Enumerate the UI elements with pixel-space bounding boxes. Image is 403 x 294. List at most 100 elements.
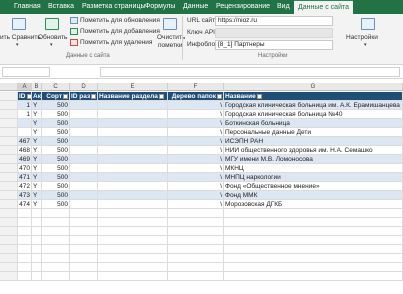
cell-folder-tree[interactable]: \ bbox=[168, 182, 224, 191]
table-header-cell[interactable]: Название раздела bbox=[98, 92, 168, 101]
cell-section-name[interactable] bbox=[98, 119, 168, 128]
cell-id[interactable] bbox=[18, 119, 32, 128]
cell-name[interactable]: ИСЭПН РАН bbox=[224, 137, 403, 146]
cell-section-id[interactable] bbox=[70, 155, 98, 164]
cell-active[interactable]: Y bbox=[32, 191, 42, 200]
cell-section-name[interactable] bbox=[98, 146, 168, 155]
table-header-cell[interactable]: ID раз bbox=[70, 92, 98, 101]
cell-name[interactable]: Боткинская больница bbox=[224, 119, 403, 128]
table-header-cell[interactable]: Дерево папок bbox=[168, 92, 224, 101]
empty-cell[interactable] bbox=[168, 209, 224, 218]
empty-cell[interactable] bbox=[98, 218, 168, 227]
column-header[interactable]: F bbox=[168, 83, 224, 91]
empty-cell[interactable] bbox=[168, 227, 224, 236]
tab-view[interactable]: Вид bbox=[277, 0, 290, 14]
empty-cell[interactable] bbox=[98, 245, 168, 254]
chevron-down-icon[interactable]: ▾ bbox=[50, 42, 53, 48]
cell-name[interactable]: МНПЦ наркологии bbox=[224, 173, 403, 182]
table-header-cell[interactable]: Сорт bbox=[42, 92, 70, 101]
table-header-cell[interactable]: Акт bbox=[32, 92, 42, 101]
column-header[interactable]: G bbox=[224, 83, 403, 91]
empty-cell[interactable] bbox=[98, 263, 168, 272]
cell-name[interactable]: Фонд «Общественное мнение» bbox=[224, 182, 403, 191]
cell-section-id[interactable] bbox=[70, 110, 98, 119]
empty-cell[interactable] bbox=[98, 272, 168, 281]
cell-section-id[interactable] bbox=[70, 191, 98, 200]
empty-cell[interactable] bbox=[32, 236, 42, 245]
empty-cell[interactable] bbox=[70, 263, 98, 272]
filter-dropdown-icon[interactable] bbox=[91, 93, 97, 99]
empty-cell[interactable] bbox=[18, 218, 32, 227]
cell-sort[interactable]: 500 bbox=[42, 101, 70, 110]
cell-folder-tree[interactable]: \ bbox=[168, 119, 224, 128]
empty-cell[interactable] bbox=[42, 263, 70, 272]
cell-active[interactable]: Y bbox=[32, 200, 42, 209]
empty-cell[interactable] bbox=[32, 263, 42, 272]
filter-dropdown-icon[interactable] bbox=[217, 93, 222, 99]
empty-cell[interactable] bbox=[70, 272, 98, 281]
empty-cell[interactable] bbox=[224, 227, 403, 236]
empty-cell[interactable] bbox=[32, 254, 42, 263]
formula-input[interactable] bbox=[100, 67, 400, 77]
cell-active[interactable]: Y bbox=[32, 110, 42, 119]
cell-section-name[interactable] bbox=[98, 110, 168, 119]
cell-folder-tree[interactable]: \ bbox=[168, 101, 224, 110]
empty-cell[interactable] bbox=[18, 236, 32, 245]
empty-cell[interactable] bbox=[98, 254, 168, 263]
empty-cell[interactable] bbox=[98, 236, 168, 245]
empty-cell[interactable] bbox=[42, 218, 70, 227]
empty-cell[interactable] bbox=[18, 272, 32, 281]
tab-insert[interactable]: Вставка bbox=[48, 0, 74, 14]
mark-delete-button[interactable]: Пометить для удаления bbox=[80, 39, 152, 46]
column-header[interactable]: A bbox=[18, 83, 32, 91]
cell-name[interactable]: Городская клиническая больница им. А.К. … bbox=[224, 101, 403, 110]
empty-cell[interactable] bbox=[168, 272, 224, 281]
empty-cell[interactable] bbox=[168, 218, 224, 227]
cell-sort[interactable]: 500 bbox=[42, 137, 70, 146]
cell-active[interactable]: Y bbox=[32, 173, 42, 182]
cell-name[interactable]: МКНЦ bbox=[224, 164, 403, 173]
empty-cell[interactable] bbox=[32, 209, 42, 218]
cell-section-id[interactable] bbox=[70, 182, 98, 191]
compare-button[interactable]: ить Сравнить bbox=[0, 34, 41, 41]
empty-cell[interactable] bbox=[224, 209, 403, 218]
tab-page-layout[interactable]: Разметка страницы bbox=[82, 0, 146, 14]
empty-cell[interactable] bbox=[18, 263, 32, 272]
cell-folder-tree[interactable]: \ bbox=[168, 164, 224, 173]
cell-section-name[interactable] bbox=[98, 173, 168, 182]
empty-cell[interactable] bbox=[98, 227, 168, 236]
column-header[interactable]: E bbox=[98, 83, 168, 91]
empty-cell[interactable] bbox=[168, 236, 224, 245]
cell-sort[interactable]: 500 bbox=[42, 110, 70, 119]
tab-site-data[interactable]: Данные с сайта bbox=[294, 0, 354, 14]
cell-section-id[interactable] bbox=[70, 200, 98, 209]
empty-cell[interactable] bbox=[42, 245, 70, 254]
cell-folder-tree[interactable]: \ bbox=[168, 191, 224, 200]
cell-section-name[interactable] bbox=[98, 182, 168, 191]
cell-section-name[interactable] bbox=[98, 128, 168, 137]
cell-sort[interactable]: 500 bbox=[42, 119, 70, 128]
cell-sort[interactable]: 500 bbox=[42, 155, 70, 164]
tab-formulas[interactable]: Формулы bbox=[145, 0, 175, 14]
empty-cell[interactable] bbox=[42, 236, 70, 245]
empty-cell[interactable] bbox=[42, 227, 70, 236]
cell-id[interactable]: 1 bbox=[18, 101, 32, 110]
table-header-cell[interactable]: Название bbox=[224, 92, 403, 101]
cell-active[interactable]: Y bbox=[32, 137, 42, 146]
cell-folder-tree[interactable]: \ bbox=[168, 200, 224, 209]
cell-active[interactable]: Y bbox=[32, 146, 42, 155]
cell-sort[interactable]: 500 bbox=[42, 146, 70, 155]
cell-active[interactable]: Y bbox=[32, 164, 42, 173]
filter-dropdown-icon[interactable] bbox=[158, 93, 164, 99]
empty-cell[interactable] bbox=[70, 254, 98, 263]
chevron-down-icon[interactable]: ▾ bbox=[16, 42, 19, 48]
empty-cell[interactable] bbox=[18, 227, 32, 236]
tab-data[interactable]: Данные bbox=[183, 0, 208, 14]
cell-section-name[interactable] bbox=[98, 164, 168, 173]
empty-cell[interactable] bbox=[32, 272, 42, 281]
settings-button[interactable]: Настройки bbox=[346, 34, 378, 41]
cell-section-id[interactable] bbox=[70, 128, 98, 137]
empty-cell[interactable] bbox=[224, 272, 403, 281]
api-key-field[interactable] bbox=[215, 28, 333, 38]
cell-id[interactable]: 467 bbox=[18, 137, 32, 146]
